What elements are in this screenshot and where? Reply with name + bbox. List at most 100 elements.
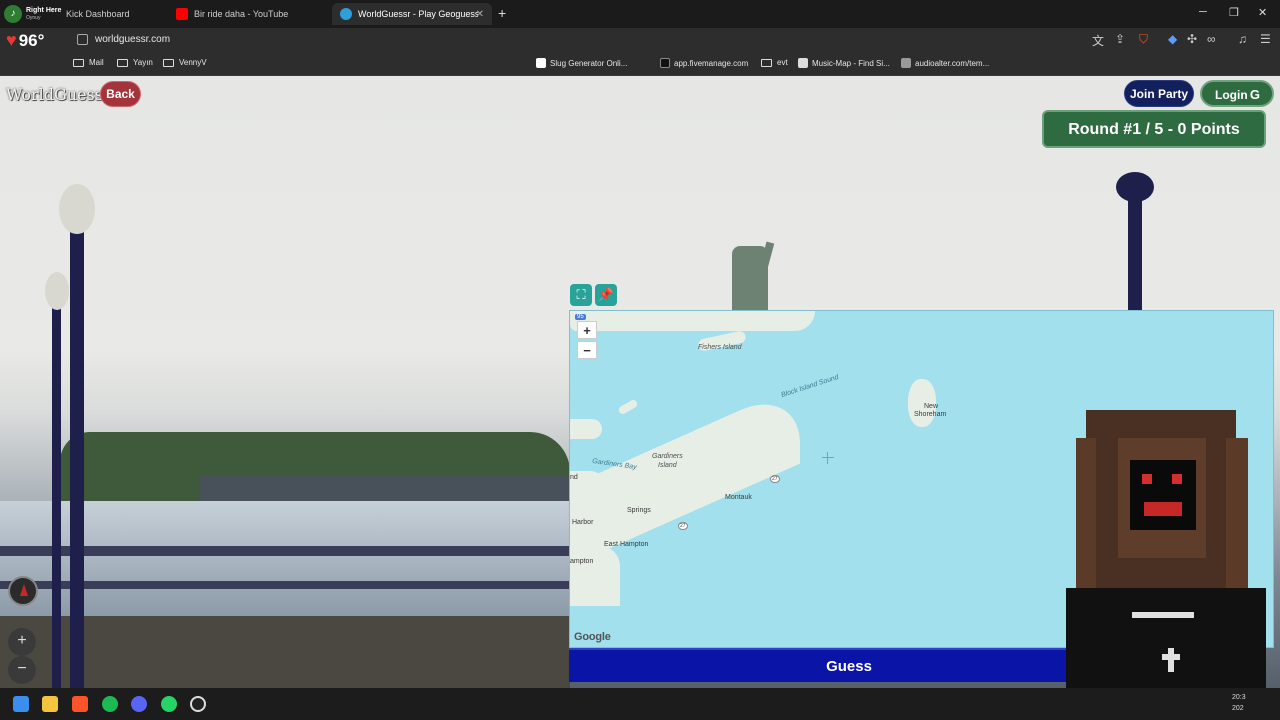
file-explorer-icon[interactable] <box>42 696 58 712</box>
worldguessr-logo: WorldGuessr <box>6 85 111 104</box>
media-subtitle: Oynuy <box>26 15 41 21</box>
avatar-hair-left <box>1076 438 1096 598</box>
game-page: WorldGuessr Back Join Party Login G Roun… <box>0 76 1280 688</box>
youtube-icon <box>176 8 188 20</box>
bookmark-audioalter[interactable]: audioalter.com/tem... <box>901 58 989 68</box>
railing-bottom <box>0 581 570 589</box>
folder-icon <box>73 58 84 67</box>
globe-icon <box>340 8 352 20</box>
lamp-post <box>52 306 61 688</box>
bookmark-label: VennyV <box>179 58 207 67</box>
map-label-new: New <box>924 403 939 410</box>
avatar-mask <box>1130 460 1196 530</box>
bookmark-label: evt <box>777 58 788 67</box>
route-27-shield: 27 <box>678 522 688 530</box>
connecticut-coast <box>570 311 815 331</box>
pixel-avatar-overlay <box>1066 410 1266 688</box>
weather-widget: ♥ 96° <box>6 30 44 51</box>
map-label-harbor: Harbor <box>572 519 594 526</box>
bookmark-yayin[interactable]: Yayın <box>117 58 153 67</box>
spotify-icon[interactable] <box>102 696 118 712</box>
google-icon: G <box>1249 87 1260 102</box>
map-label-fishers-island: Fishers Island <box>698 344 742 351</box>
login-button[interactable]: Login G <box>1200 80 1274 107</box>
close-window-button[interactable]: ✕ <box>1258 6 1267 19</box>
obs-icon[interactable] <box>190 696 206 712</box>
translate-icon[interactable]: 文 <box>1092 32 1104 49</box>
south-fork-land <box>570 383 800 566</box>
bookmark-mail[interactable]: Mail <box>73 58 104 67</box>
bookmark-evt[interactable]: evt <box>761 58 788 67</box>
clock-date: 202 <box>1232 705 1244 712</box>
whatsapp-icon[interactable] <box>161 696 177 712</box>
avatar-mouth <box>1144 502 1182 516</box>
media-title: Right Here <box>26 7 62 14</box>
media-control-icon[interactable]: ♫ <box>1238 32 1247 46</box>
temperature: 96° <box>18 30 45 50</box>
guess-button[interactable]: Guess <box>569 648 1129 682</box>
lamp-head <box>1116 172 1154 202</box>
bookmark-vennyv[interactable]: VennyV <box>163 58 207 67</box>
restore-button[interactable]: ❐ <box>1229 6 1239 19</box>
pin-map-button[interactable]: 📌 <box>595 284 617 306</box>
windows-taskbar: 20:3 202 <box>0 688 1280 720</box>
crosshair-icon <box>822 452 834 464</box>
pin-icon: 📌 <box>597 287 615 302</box>
link-icon[interactable]: ∞ <box>1207 32 1216 46</box>
close-tab-icon[interactable]: ✕ <box>476 9 484 20</box>
bookmark-music-map[interactable]: Music-Map - Find Si... <box>798 58 890 68</box>
compass-icon[interactable] <box>8 576 38 606</box>
avatar-eye-right <box>1172 474 1182 484</box>
map-label-block-island-sound: Block Island Sound <box>780 373 840 400</box>
bookmark-icon <box>660 58 670 68</box>
map-zoom-out-button[interactable]: − <box>577 341 597 359</box>
lamp-globe <box>59 184 95 234</box>
music-note-icon: ♪ <box>4 5 22 23</box>
site-info-icon[interactable] <box>77 34 88 45</box>
map-zoom-in-button[interactable]: + <box>577 321 597 339</box>
media-widget[interactable]: ♪ Right Here Oynuy <box>4 3 66 25</box>
bookmark-fivemanage[interactable]: app.fivemanage.com <box>660 58 748 68</box>
promenade <box>0 616 570 688</box>
bookmark-slug-generator[interactable]: Slug Generator Onli... <box>536 58 627 68</box>
minimize-button[interactable]: ─ <box>1199 6 1207 18</box>
back-button[interactable]: Back <box>100 81 141 107</box>
map-label-amagansett: ampton <box>570 558 594 565</box>
map-label-nd: nd <box>570 474 578 481</box>
avatar-cross-horizontal <box>1162 654 1180 660</box>
wallet-icon[interactable]: ◆ <box>1168 32 1177 46</box>
harbor-water <box>0 501 570 621</box>
bookmark-label: Yayın <box>133 58 153 67</box>
brave-shield-icon[interactable]: ⛉ <box>1139 32 1148 47</box>
new-tab-button[interactable]: + <box>498 5 506 21</box>
streetview-zoom-in-button[interactable]: + <box>8 628 36 656</box>
folder-icon <box>761 58 772 67</box>
east-hampton-land <box>570 546 620 606</box>
lamp-post <box>70 226 84 688</box>
expand-map-button[interactable]: ⛶ <box>570 284 592 306</box>
windows-start-icon[interactable] <box>13 696 29 712</box>
bookmark-label: app.fivemanage.com <box>674 58 749 68</box>
brave-browser-icon[interactable] <box>72 696 88 712</box>
streetview-zoom-out-button[interactable]: − <box>8 656 36 684</box>
share-icon[interactable]: ⇪ <box>1115 32 1125 46</box>
folder-icon <box>163 58 174 67</box>
extensions-icon[interactable]: ✣ <box>1187 32 1197 46</box>
system-clock[interactable]: 20:3 202 <box>1232 692 1246 714</box>
tab-youtube[interactable]: Bir ride daha - YouTube <box>168 3 330 25</box>
map-label-island: Island <box>658 462 677 469</box>
login-label: Login <box>1215 88 1248 102</box>
tab-label: WorldGuessr - Play Geoguessr f... <box>358 9 478 19</box>
discord-icon[interactable] <box>131 696 147 712</box>
tab-worldguessr[interactable]: WorldGuessr - Play Geoguessr f... ✕ <box>332 3 492 25</box>
orient-point-land <box>570 419 602 439</box>
url-field[interactable]: worldguessr.com <box>95 34 170 45</box>
expand-icon: ⛶ <box>576 287 586 302</box>
join-party-button[interactable]: Join Party <box>1124 80 1194 107</box>
railing-top <box>0 546 570 556</box>
address-bar: ♥ 96° worldguessr.com 文 ⇪ ⛉ ◆ ✣ ∞ ♫ ☰ <box>0 28 1280 52</box>
lamp-post <box>1128 196 1142 316</box>
tab-label: Kick Dashboard <box>66 9 130 19</box>
tab-kick-dashboard[interactable]: Kick Dashboard <box>58 3 166 25</box>
menu-icon[interactable]: ☰ <box>1260 32 1271 46</box>
